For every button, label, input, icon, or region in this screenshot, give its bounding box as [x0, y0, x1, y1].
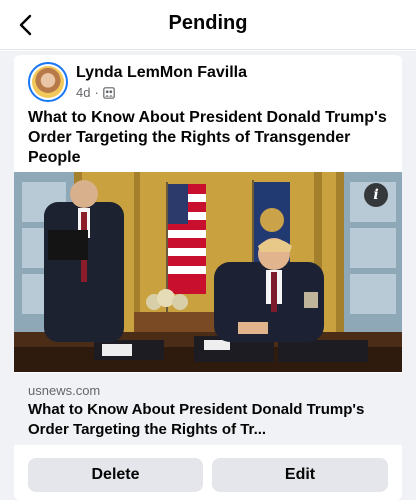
- post-photo[interactable]: [14, 172, 402, 372]
- avatar[interactable]: [28, 62, 68, 102]
- post-meta: 4d ·: [76, 85, 115, 100]
- link-title[interactable]: What to Know About President Donald Trum…: [28, 400, 388, 440]
- group-audience-icon: [103, 86, 115, 99]
- avatar-image: [32, 66, 64, 98]
- delete-button[interactable]: Delete: [28, 458, 203, 492]
- post-photo-illustration: [14, 172, 402, 372]
- post-time: 4d: [76, 85, 91, 100]
- photo-info-button[interactable]: i: [364, 183, 388, 207]
- meta-separator: ·: [94, 85, 99, 100]
- edit-button[interactable]: Edit: [212, 458, 388, 492]
- page-title: Pending: [168, 12, 248, 34]
- post-author[interactable]: Lynda LemMon Favilla: [76, 64, 247, 82]
- top-bar: Pending: [0, 0, 416, 50]
- link-domain: usnews.com: [28, 383, 101, 398]
- post-text: What to Know About President Donald Trum…: [28, 109, 387, 166]
